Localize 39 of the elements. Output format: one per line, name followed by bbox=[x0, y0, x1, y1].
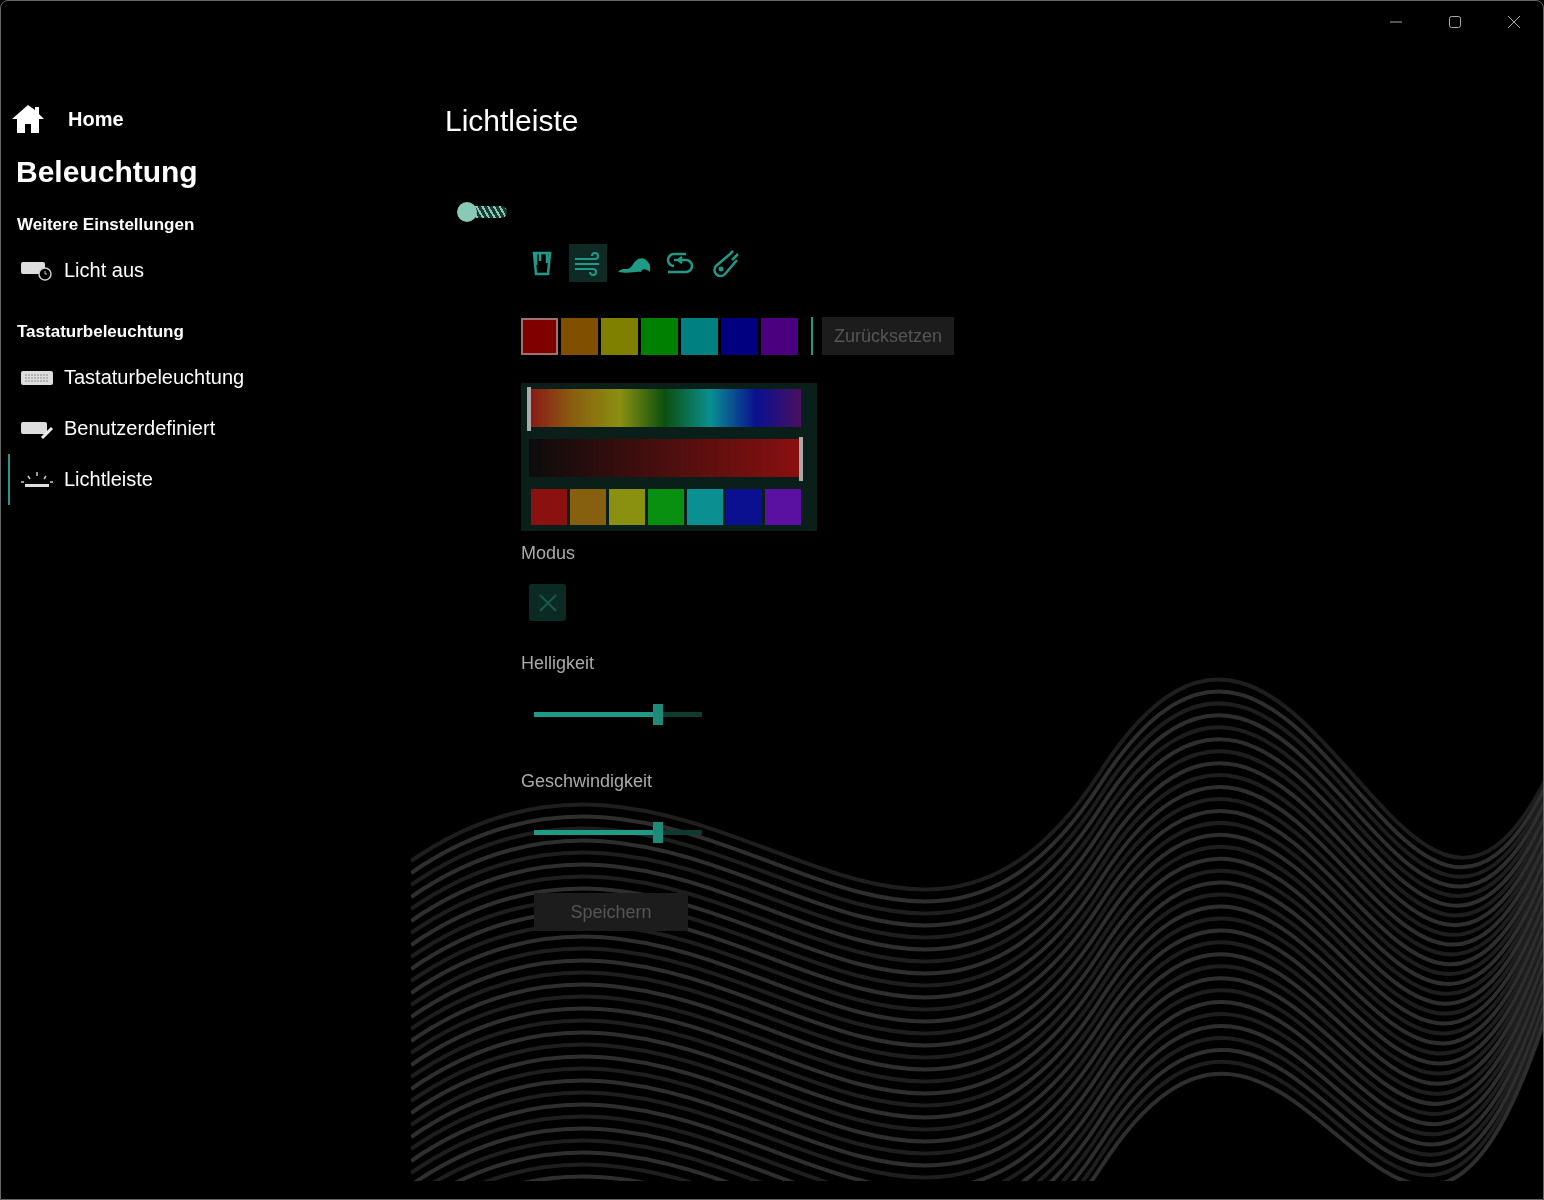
slider-thumb[interactable] bbox=[799, 437, 803, 481]
nav-item[interactable]: Licht aus bbox=[8, 245, 411, 296]
color-preset-swatch[interactable] bbox=[681, 317, 718, 355]
color-swatch[interactable] bbox=[648, 489, 684, 525]
close-icon bbox=[538, 593, 557, 612]
slider-thumb[interactable] bbox=[653, 822, 664, 843]
nav-item[interactable]: Lichtleiste bbox=[8, 454, 411, 505]
color-preset-swatch[interactable] bbox=[761, 317, 798, 355]
color-swatch[interactable] bbox=[609, 489, 645, 525]
color-swatch[interactable] bbox=[687, 489, 723, 525]
color-preset-swatch[interactable] bbox=[641, 317, 678, 355]
nav-item[interactable]: Tastaturbeleuchtung bbox=[8, 352, 411, 403]
nav-item[interactable]: Benutzerdefiniert bbox=[8, 403, 411, 454]
color-preset-swatch[interactable] bbox=[721, 317, 758, 355]
keyboard-clock-icon bbox=[20, 259, 54, 282]
effect-wind-button[interactable] bbox=[569, 244, 607, 282]
slider-thumb[interactable] bbox=[527, 387, 531, 431]
color-swatch[interactable] bbox=[570, 489, 606, 525]
slider-track[interactable] bbox=[534, 822, 702, 843]
group-heading: Tastaturbeleuchtung bbox=[16, 321, 185, 343]
page-title: Lichtleiste bbox=[445, 104, 579, 138]
color-preset-swatch[interactable] bbox=[521, 317, 558, 355]
slider-label: Geschwindigkeit bbox=[521, 771, 653, 792]
mode-label: Modus bbox=[521, 543, 576, 564]
comet-icon bbox=[710, 248, 742, 278]
color-swatch[interactable] bbox=[726, 489, 762, 525]
home-link[interactable]: Home bbox=[1, 103, 411, 135]
home-icon bbox=[10, 103, 46, 135]
slider-track[interactable] bbox=[534, 704, 702, 725]
color-preset-swatch[interactable] bbox=[561, 317, 598, 355]
slider-thumb[interactable] bbox=[653, 704, 664, 725]
close-icon[interactable] bbox=[1507, 15, 1521, 29]
color-swatch[interactable] bbox=[765, 489, 801, 525]
slider-label: Helligkeit bbox=[521, 653, 595, 674]
color-preset-swatch[interactable] bbox=[601, 317, 638, 355]
maximize-icon[interactable] bbox=[1448, 15, 1462, 29]
section-title: Beleuchtung bbox=[15, 154, 199, 189]
group-heading: Weitere Einstellungen bbox=[16, 214, 196, 236]
color-swatch[interactable] bbox=[531, 489, 567, 525]
